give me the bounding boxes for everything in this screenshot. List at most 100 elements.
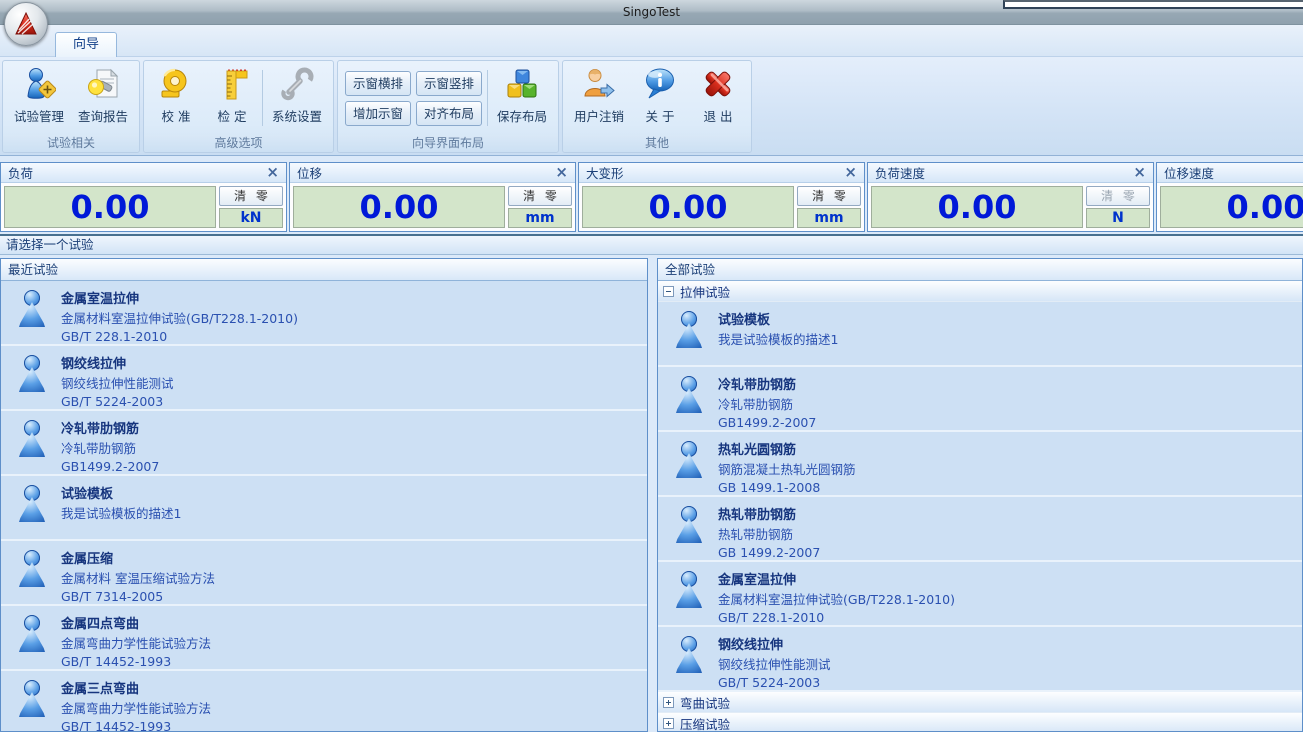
close-icon[interactable]: × [266,165,279,180]
zero-button[interactable]: 清 零 [1086,186,1150,206]
list-item[interactable]: 热轧带肋钢筋 热轧带肋钢筋 GB 1499.2-2007 [658,497,1302,562]
list-item[interactable]: 试验模板 我是试验模板的描述1 [1,476,647,541]
pawn-icon [18,355,46,393]
tree-category-compression[interactable]: 压缩试验 [658,713,1302,732]
expand-icon[interactable] [663,697,674,708]
zero-button[interactable]: 清 零 [219,186,283,206]
meter-title: 负荷 [8,163,33,182]
list-item[interactable]: 冷轧带肋钢筋 冷轧带肋钢筋 GB1499.2-2007 [1,411,647,476]
test-standard: GB/T 5224-2003 [718,674,1296,692]
list-item[interactable]: 金属室温拉伸 金属材料室温拉伸试验(GB/T228.1-2010) GB/T 2… [658,562,1302,627]
meter-title: 负荷速度 [875,163,925,182]
ruler-icon [215,67,249,101]
meter-load-titlebar: 负荷 × [1,163,286,183]
pawn-icon [675,571,703,609]
test-title: 热轧带肋钢筋 [718,504,1296,523]
test-standard: GB/T 228.1-2010 [718,609,1296,627]
pawn-icon [18,680,46,718]
group-label-advanced: 高级选项 [144,135,333,152]
collapse-icon[interactable] [663,286,674,297]
tape-measure-icon [159,67,193,101]
zero-button[interactable]: 清 零 [797,186,861,206]
about-button[interactable]: 关 于 [631,62,689,134]
query-report-button[interactable]: 查询报告 [71,62,135,134]
ribbon-group-test-related: 试验管理 查询报告 试验相关 [2,60,140,153]
test-title: 冷轧带肋钢筋 [61,418,641,437]
list-item[interactable]: 冷轧带肋钢筋 冷轧带肋钢筋 GB1499.2-2007 [658,367,1302,432]
tree-category-tensile[interactable]: 拉伸试验 [658,281,1302,302]
list-item[interactable]: 钢绞线拉伸 钢绞线拉伸性能测试 GB/T 5224-2003 [658,627,1302,692]
test-desc: 钢绞线拉伸性能测试 [718,656,1296,674]
list-item[interactable]: 热轧光圆钢筋 钢筋混凝土热轧光圆钢筋 GB 1499.1-2008 [658,432,1302,497]
all-tests-panel: 全部试验 拉伸试验 试验模板 我是试验模板的描述1 冷轧带肋钢筋 冷轧带肋钢筋 … [657,258,1303,732]
meter-title: 位移 [297,163,322,182]
tab-wizard[interactable]: 向导 [55,32,117,57]
list-item[interactable]: 试验模板 我是试验模板的描述1 [658,302,1302,367]
test-title: 金属压缩 [61,548,641,567]
recent-tests-header: 最近试验 [1,259,647,281]
test-standard: GB1499.2-2007 [718,414,1296,432]
info-bubble-icon [643,67,677,101]
user-logout-button[interactable]: 用户注销 [567,62,631,134]
test-desc: 金属弯曲力学性能试验方法 [61,635,641,653]
meter-displacement-value: 0.00 [293,186,505,228]
test-standard: GB/T 7314-2005 [61,588,641,606]
test-desc: 热轧带肋钢筋 [718,526,1296,544]
test-standard: GB/T 14452-1993 [61,718,641,732]
pawn-icon [675,376,703,414]
calibrate-button[interactable]: 校 准 [148,62,204,134]
meter-load-speed-value: 0.00 [871,186,1083,228]
close-icon[interactable]: × [555,165,568,180]
close-icon[interactable]: × [844,165,857,180]
test-title: 试验模板 [61,483,641,502]
user-logout-icon [582,67,616,101]
expand-icon[interactable] [663,718,674,729]
meter-load: 负荷 × 0.00 清 零 kN [0,162,287,232]
group-separator [262,70,263,126]
meter-displacement-speed-titlebar: 位移速度 [1157,163,1303,183]
test-title: 金属三点弯曲 [61,678,641,697]
test-desc: 冷轧带肋钢筋 [718,396,1296,414]
display-windows-vertical-button[interactable]: 示窗竖排 [416,71,482,96]
ribbon-tab-row: 向导 [0,25,1303,57]
tree-category-label: 拉伸试验 [680,282,730,301]
test-desc: 我是试验模板的描述1 [61,505,641,523]
test-title: 钢绞线拉伸 [61,353,641,372]
test-desc: 钢筋混凝土热轧光圆钢筋 [718,461,1296,479]
tree-category-bending[interactable]: 弯曲试验 [658,692,1302,713]
align-layout-button[interactable]: 对齐布局 [416,101,482,126]
zero-button[interactable]: 清 零 [508,186,572,206]
list-item[interactable]: 金属室温拉伸 金属材料室温拉伸试验(GB/T228.1-2010) GB/T 2… [1,281,647,346]
meter-large-deformation: 大变形 × 0.00 清 零 mm [578,162,865,232]
list-item[interactable]: 金属四点弯曲 金属弯曲力学性能试验方法 GB/T 14452-1993 [1,606,647,671]
exit-button[interactable]: 退 出 [689,62,747,134]
verify-button[interactable]: 检 定 [204,62,260,134]
meter-large-deformation-titlebar: 大变形 × [579,163,864,183]
meter-large-deformation-value: 0.00 [582,186,794,228]
layout-small-buttons: 示窗横排 示窗竖排 增加示窗 对齐布局 [342,62,485,134]
cubes-icon [505,67,539,101]
test-desc: 冷轧带肋钢筋 [61,440,641,458]
system-settings-button[interactable]: 系统设置 [265,62,329,134]
add-display-window-button[interactable]: 增加示窗 [345,101,411,126]
about-label: 关 于 [646,106,675,125]
meter-load-speed: 负荷速度 × 0.00 清 零 N [867,162,1154,232]
app-menu-button[interactable] [4,2,48,46]
close-icon[interactable]: × [1133,165,1146,180]
meter-displacement-speed-value: 0.00 [1160,186,1303,228]
test-management-label: 试验管理 [14,106,64,125]
tree-category-label: 压缩试验 [680,714,730,732]
meter-load-speed-titlebar: 负荷速度 × [868,163,1153,183]
ribbon: 试验管理 查询报告 试验相关 [0,57,1303,156]
display-windows-horizontal-button[interactable]: 示窗横排 [345,71,411,96]
test-standard: GB1499.2-2007 [61,458,641,476]
exit-label: 退 出 [704,106,733,125]
list-item[interactable]: 金属压缩 金属材料 室温压缩试验方法 GB/T 7314-2005 [1,541,647,606]
list-item[interactable]: 金属三点弯曲 金属弯曲力学性能试验方法 GB/T 14452-1993 [1,671,647,732]
test-management-icon [22,67,56,101]
list-item[interactable]: 钢绞线拉伸 钢绞线拉伸性能测试 GB/T 5224-2003 [1,346,647,411]
test-management-button[interactable]: 试验管理 [7,62,71,134]
test-desc: 金属材料室温拉伸试验(GB/T228.1-2010) [718,591,1296,609]
save-layout-button[interactable]: 保存布局 [490,62,554,134]
pawn-icon [18,290,46,328]
